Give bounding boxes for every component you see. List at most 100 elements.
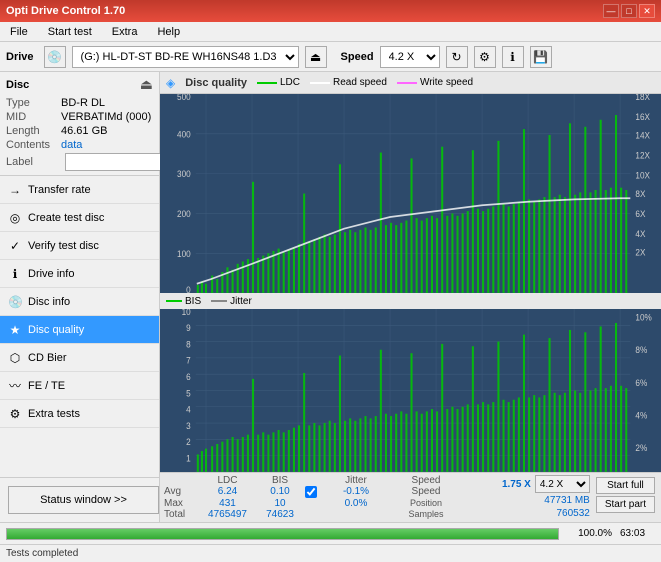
- svg-text:8X: 8X: [635, 189, 645, 200]
- nav-drive-info-label: Drive info: [28, 268, 74, 280]
- svg-text:6X: 6X: [635, 208, 645, 219]
- disc-contents-label: Contents: [6, 139, 61, 151]
- svg-text:100: 100: [177, 248, 191, 259]
- bottom-chart-svg: 10 9 8 7 6 5 4 3 2 1 10% 8% 6% 4% 2%: [160, 309, 661, 472]
- progress-time: 63:03: [620, 528, 655, 539]
- save-button[interactable]: 💾: [530, 46, 552, 68]
- total-jitter: [321, 509, 391, 520]
- extra-tests-icon: ⚙: [8, 407, 22, 421]
- window-title: Opti Drive Control 1.70: [6, 5, 125, 17]
- avg-label: Avg: [164, 486, 200, 498]
- nav-disc-info[interactable]: 💿 Disc info: [0, 288, 159, 316]
- refresh-button[interactable]: ↻: [446, 46, 468, 68]
- left-panel: Disc ⏏ Type BD-R DL MID VERBATIMd (000) …: [0, 72, 160, 522]
- transfer-rate-icon: →: [8, 183, 22, 197]
- nav-create-test-disc-label: Create test disc: [28, 212, 104, 224]
- nav-verify-test-disc[interactable]: ✓ Verify test disc: [0, 232, 159, 260]
- speed-value-stat: 1.75 X: [502, 479, 531, 490]
- title-bar: Opti Drive Control 1.70 — □ ✕: [0, 0, 661, 22]
- maximize-button[interactable]: □: [621, 4, 637, 18]
- minimize-button[interactable]: —: [603, 4, 619, 18]
- drive-select[interactable]: (G:) HL-DT-ST BD-RE WH16NS48 1.D3: [72, 46, 299, 68]
- charts-container: 500 400 300 200 100 0 18X 16X 14X 12X 10…: [160, 94, 661, 522]
- svg-text:0: 0: [186, 285, 191, 294]
- position-label: Position: [391, 498, 461, 509]
- nav-create-test-disc[interactable]: ◎ Create test disc: [0, 204, 159, 232]
- legend-readspeed-label: Read speed: [333, 77, 387, 88]
- nav-disc-info-label: Disc info: [28, 296, 70, 308]
- max-ldc: 431: [200, 498, 255, 509]
- legend-writespeed: Write speed: [397, 77, 473, 88]
- menu-starttest[interactable]: Start test: [42, 24, 98, 40]
- bis-legend-color: [166, 300, 182, 302]
- col-empty: [164, 475, 200, 486]
- start-full-button[interactable]: Start full: [596, 477, 655, 494]
- progress-percent: 100.0%: [567, 528, 612, 539]
- disc-contents-value: data: [61, 139, 82, 151]
- disc-length-value: 46.61 GB: [61, 125, 107, 137]
- speed-dropdown-stat[interactable]: 4.2 X: [535, 475, 590, 493]
- max-jitter: 0.0%: [321, 498, 391, 509]
- disc-label-label: Label: [6, 156, 61, 168]
- status-text: Tests completed: [6, 548, 78, 559]
- jitter-legend-label: Jitter: [230, 296, 252, 307]
- nav-cd-bier[interactable]: ⬡ CD Bier: [0, 344, 159, 372]
- svg-text:1: 1: [186, 453, 191, 464]
- col-check: [305, 475, 321, 486]
- top-chart: 500 400 300 200 100 0 18X 16X 14X 12X 10…: [160, 94, 661, 293]
- eject-button[interactable]: ⏏: [305, 46, 327, 68]
- legend-readspeed: Read speed: [310, 77, 387, 88]
- max-empty: [305, 498, 321, 509]
- nav-extra-tests-label: Extra tests: [28, 408, 80, 420]
- nav-fe-te[interactable]: 〰 FE / TE: [0, 372, 159, 400]
- menu-extra[interactable]: Extra: [106, 24, 144, 40]
- col-jitter-header: Jitter: [321, 475, 391, 486]
- samples-label: Samples: [391, 509, 461, 520]
- nav-disc-quality[interactable]: ★ Disc quality: [0, 316, 159, 344]
- drive-toolbar: Drive 💿 (G:) HL-DT-ST BD-RE WH16NS48 1.D…: [0, 42, 661, 72]
- jitter-checkbox[interactable]: [305, 486, 317, 498]
- nav-disc-quality-label: Disc quality: [28, 324, 84, 336]
- window-controls[interactable]: — □ ✕: [603, 4, 655, 18]
- legend-ldc: LDC: [257, 77, 300, 88]
- close-button[interactable]: ✕: [639, 4, 655, 18]
- info-button[interactable]: ℹ: [502, 46, 524, 68]
- progress-bar-inner: [7, 529, 558, 539]
- verify-test-disc-icon: ✓: [8, 239, 22, 253]
- speed-label-stat: Speed: [391, 486, 461, 498]
- top-chart-svg: 500 400 300 200 100 0 18X 16X 14X 12X 10…: [160, 94, 661, 293]
- position-value: 47731 MB: [544, 495, 590, 506]
- svg-text:4X: 4X: [635, 228, 645, 239]
- avg-bis: 0.10: [255, 486, 305, 498]
- col-speed-header: Speed: [391, 475, 461, 486]
- status-window-button[interactable]: Status window >>: [8, 486, 159, 514]
- start-part-button[interactable]: Start part: [596, 496, 655, 513]
- speed-select[interactable]: 4.2 X: [380, 46, 440, 68]
- drive-label: Drive: [6, 51, 34, 63]
- settings-button[interactable]: ⚙: [474, 46, 496, 68]
- disc-eject-icon[interactable]: ⏏: [140, 76, 153, 93]
- nav-drive-info[interactable]: ℹ Drive info: [0, 260, 159, 288]
- disc-mid-value: VERBATIMd (000): [61, 111, 151, 123]
- menu-help[interactable]: Help: [151, 24, 186, 40]
- svg-text:7: 7: [186, 355, 191, 366]
- svg-text:10%: 10%: [635, 312, 652, 323]
- nav-extra-tests[interactable]: ⚙ Extra tests: [0, 400, 159, 428]
- disc-type-label: Type: [6, 97, 61, 109]
- legend-readspeed-color: [310, 82, 330, 84]
- disc-length-label: Length: [6, 125, 61, 137]
- svg-text:300: 300: [177, 169, 191, 180]
- stats-bar: LDC BIS Jitter Speed Avg 6.24 0.10: [160, 472, 661, 522]
- svg-text:10X: 10X: [635, 170, 650, 181]
- avg-jitter: -0.1%: [321, 486, 391, 498]
- nav-transfer-rate[interactable]: → Transfer rate: [0, 176, 159, 204]
- cd-bier-icon: ⬡: [8, 351, 22, 365]
- menu-file[interactable]: File: [4, 24, 34, 40]
- bis-legend-bar: BIS Jitter: [160, 293, 661, 309]
- svg-text:2X: 2X: [635, 247, 645, 258]
- nav-fe-te-label: FE / TE: [28, 380, 65, 392]
- nav-transfer-rate-label: Transfer rate: [28, 184, 91, 196]
- disc-type-value: BD-R DL: [61, 97, 105, 109]
- total-empty: [305, 509, 321, 520]
- svg-text:400: 400: [177, 129, 191, 140]
